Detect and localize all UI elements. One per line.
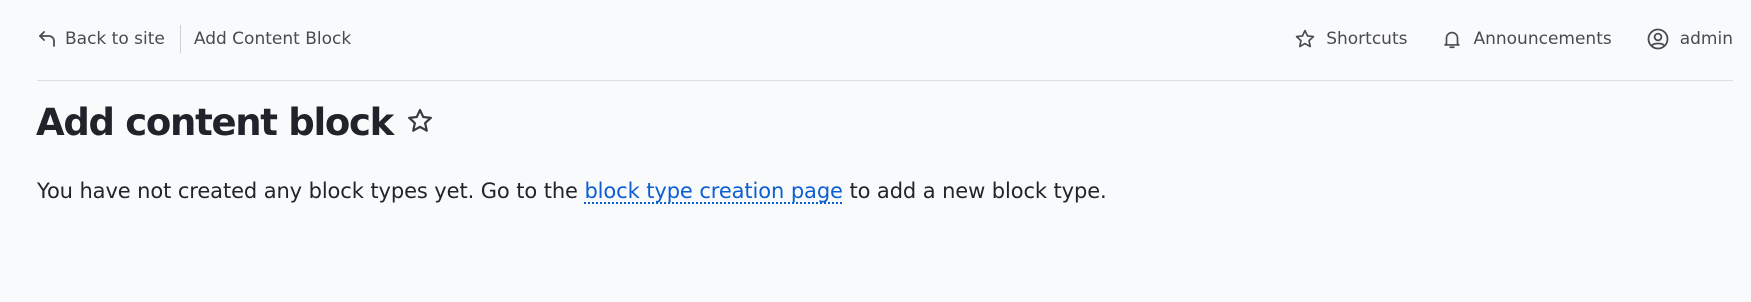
toolbar-left: Back to site Add Content Block xyxy=(37,20,351,58)
message-text-after: to add a new block type. xyxy=(842,179,1107,203)
toolbar-right: Shortcuts Announcements admin xyxy=(1294,20,1733,58)
add-to-shortcuts-button[interactable] xyxy=(406,107,434,139)
breadcrumb-current: Add Content Block xyxy=(193,29,352,49)
shortcuts-label: Shortcuts xyxy=(1326,29,1408,49)
top-toolbar: Back to site Add Content Block Shortcuts… xyxy=(37,0,1733,81)
block-type-creation-link[interactable]: block type creation page xyxy=(584,179,843,203)
empty-state-message: You have not created any block types yet… xyxy=(37,176,1107,206)
user-label: admin xyxy=(1679,29,1733,49)
back-to-site-label: Back to site xyxy=(65,29,165,49)
back-to-site-link[interactable]: Back to site xyxy=(37,29,165,49)
return-arrow-icon xyxy=(37,29,65,49)
announcements-label: Announcements xyxy=(1473,29,1612,49)
star-icon xyxy=(1294,28,1326,50)
toolbar-divider xyxy=(179,25,181,53)
bell-icon xyxy=(1441,28,1473,50)
user-menu-button[interactable]: admin xyxy=(1646,27,1733,51)
message-text-before: You have not created any block types yet… xyxy=(37,179,585,203)
page-title: Add content block xyxy=(36,101,394,144)
star-outline-icon xyxy=(406,107,434,139)
page-header: Add content block xyxy=(36,100,434,146)
user-circle-icon xyxy=(1646,27,1680,51)
shortcuts-button[interactable]: Shortcuts xyxy=(1294,28,1407,50)
announcements-button[interactable]: Announcements xyxy=(1441,28,1612,50)
